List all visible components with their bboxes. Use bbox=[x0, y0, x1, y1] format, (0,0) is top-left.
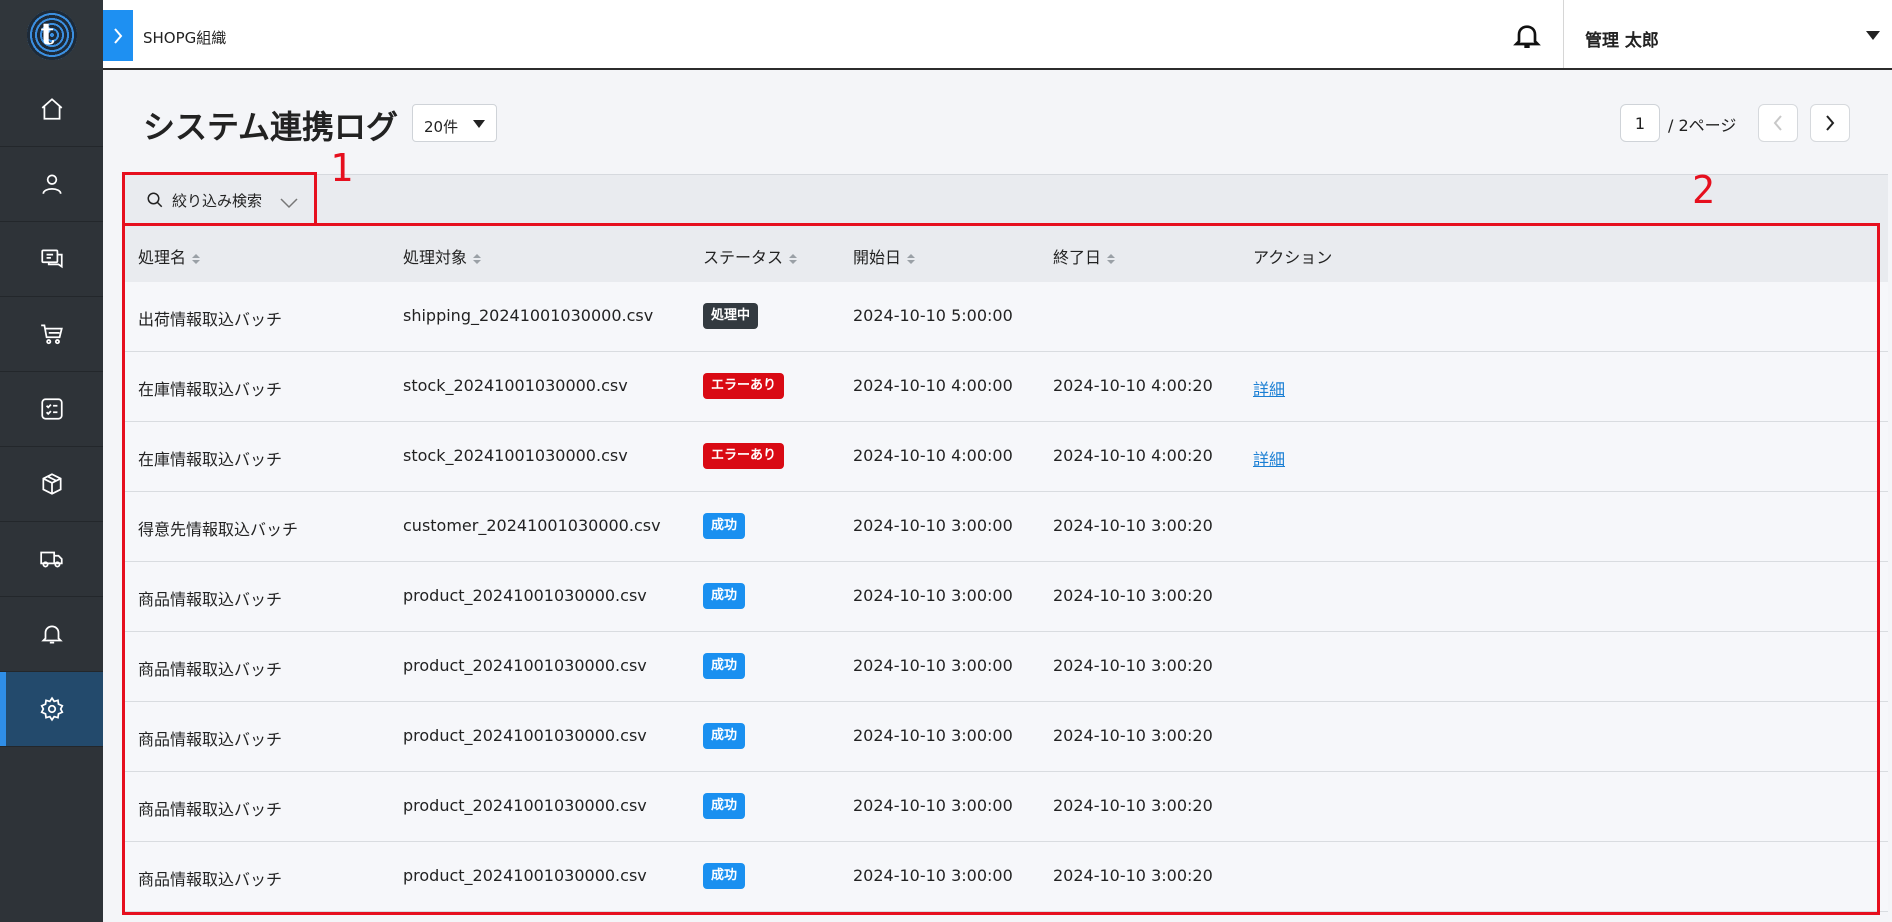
sidebar-item-package[interactable] bbox=[0, 447, 103, 522]
page-number-input[interactable]: 1 bbox=[1620, 104, 1660, 142]
sidebar-nav bbox=[0, 72, 103, 747]
gear-icon bbox=[40, 696, 63, 722]
sidebar-item-user[interactable] bbox=[0, 147, 103, 222]
prev-page-button[interactable] bbox=[1758, 104, 1798, 142]
logo[interactable]: t bbox=[0, 0, 103, 70]
annotation-number-1: 1 bbox=[330, 146, 353, 190]
annotation-number-2: 2 bbox=[1692, 168, 1715, 212]
bell-icon bbox=[1513, 25, 1541, 48]
sidebar-item-notifications[interactable] bbox=[0, 597, 103, 672]
sidebar-item-settings[interactable] bbox=[0, 672, 103, 747]
sidebar: t bbox=[0, 0, 103, 922]
page-title: システム連携ログ bbox=[143, 108, 399, 146]
next-page-button[interactable] bbox=[1810, 104, 1850, 142]
top-header: SHOPG組織 管理 太郎 bbox=[103, 0, 1892, 70]
annotation-box-1 bbox=[122, 172, 317, 226]
divider bbox=[1563, 0, 1564, 68]
notification-button[interactable] bbox=[1511, 20, 1543, 52]
sidebar-item-truck[interactable] bbox=[0, 522, 103, 597]
logo-globe-icon: t bbox=[26, 10, 77, 60]
chevron-left-icon bbox=[1773, 115, 1782, 131]
truck-icon bbox=[39, 551, 63, 568]
sidebar-item-chat[interactable] bbox=[0, 222, 103, 297]
user-icon bbox=[41, 174, 62, 195]
chevron-right-icon bbox=[1826, 115, 1835, 131]
filter-bar: 絞り込み検索 bbox=[122, 174, 1888, 224]
cart-icon bbox=[40, 324, 63, 345]
home-icon bbox=[41, 98, 62, 120]
per-page-select[interactable]: 20件 bbox=[412, 104, 497, 142]
chevron-right-icon bbox=[114, 27, 123, 44]
checklist-icon bbox=[40, 398, 63, 420]
sidebar-item-cart[interactable] bbox=[0, 297, 103, 372]
caret-down-icon[interactable] bbox=[1866, 31, 1880, 40]
sidebar-item-checklist[interactable] bbox=[0, 372, 103, 447]
page-total-label: / 2ページ bbox=[1668, 116, 1737, 135]
per-page-value: 20件 bbox=[424, 118, 459, 136]
bell-icon bbox=[40, 625, 63, 644]
chat-icon bbox=[40, 249, 63, 269]
user-menu[interactable]: 管理 太郎 bbox=[1585, 26, 1659, 51]
caret-down-icon bbox=[473, 120, 485, 128]
sidebar-item-home[interactable] bbox=[0, 72, 103, 147]
annotation-box-2 bbox=[122, 223, 1880, 915]
app: t SHOPG組織 管理 太郎 システム連携ログ 20件 1 / 2ページ 絞り… bbox=[0, 0, 1892, 922]
sidebar-toggle-button[interactable] bbox=[103, 10, 133, 61]
org-name: SHOPG組織 bbox=[143, 29, 227, 47]
package-icon bbox=[41, 473, 62, 495]
